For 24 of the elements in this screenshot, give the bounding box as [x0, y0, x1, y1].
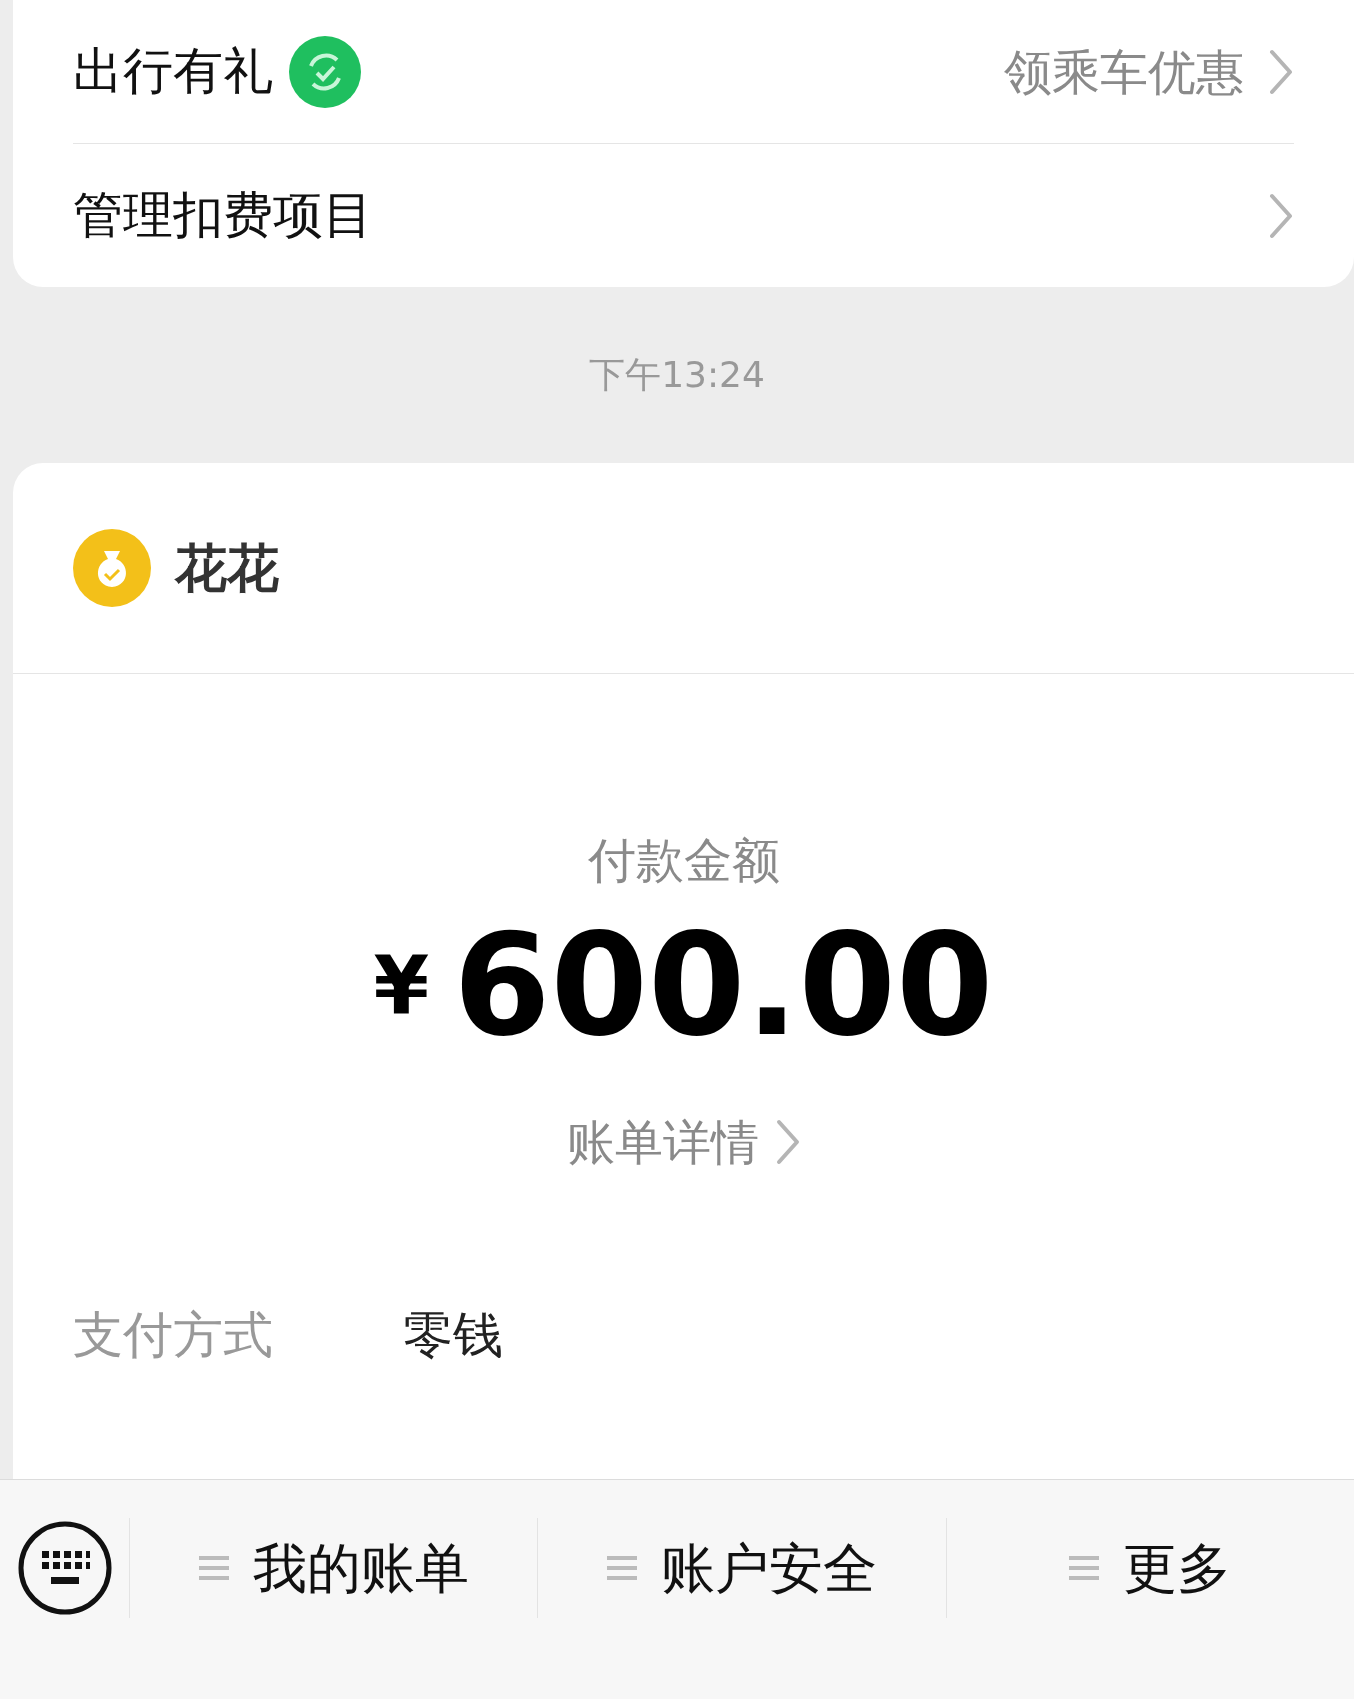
row-label: 出行有礼 — [73, 41, 273, 102]
amount-value: 600.00 — [453, 916, 994, 1056]
list-row[interactable]: 管理扣费项目 — [73, 144, 1294, 287]
keyboard-icon — [17, 1521, 112, 1615]
menu-lines-icon — [1069, 1554, 1100, 1582]
menu-tab[interactable]: 我的账单 — [130, 1518, 539, 1618]
method-label: 支付方式 — [73, 1305, 274, 1366]
chevron-icon — [774, 1118, 801, 1166]
row-value: 领乘车优惠 — [1004, 42, 1244, 102]
menu-tab[interactable]: 账户安全 — [538, 1518, 947, 1618]
amount-label: 付款金额 — [587, 831, 780, 890]
list-row[interactable]: 出行有礼 领乘车优惠 — [73, 0, 1294, 144]
merchant-name: 花花 — [175, 537, 279, 600]
row-label: 管理扣费项目 — [73, 185, 373, 246]
chevron-icon — [1268, 191, 1294, 240]
menu-lines-icon — [198, 1554, 229, 1582]
menu-tab[interactable]: 更多 — [946, 1518, 1354, 1618]
currency-symbol: ¥ — [373, 938, 430, 1034]
menu-lines-icon — [607, 1554, 637, 1582]
money-bag-icon — [73, 529, 151, 607]
timestamp: 下午13:24 — [589, 353, 765, 397]
refresh-check-icon — [289, 35, 361, 108]
chevron-icon — [1268, 47, 1294, 96]
method-value: 零钱 — [403, 1305, 503, 1366]
